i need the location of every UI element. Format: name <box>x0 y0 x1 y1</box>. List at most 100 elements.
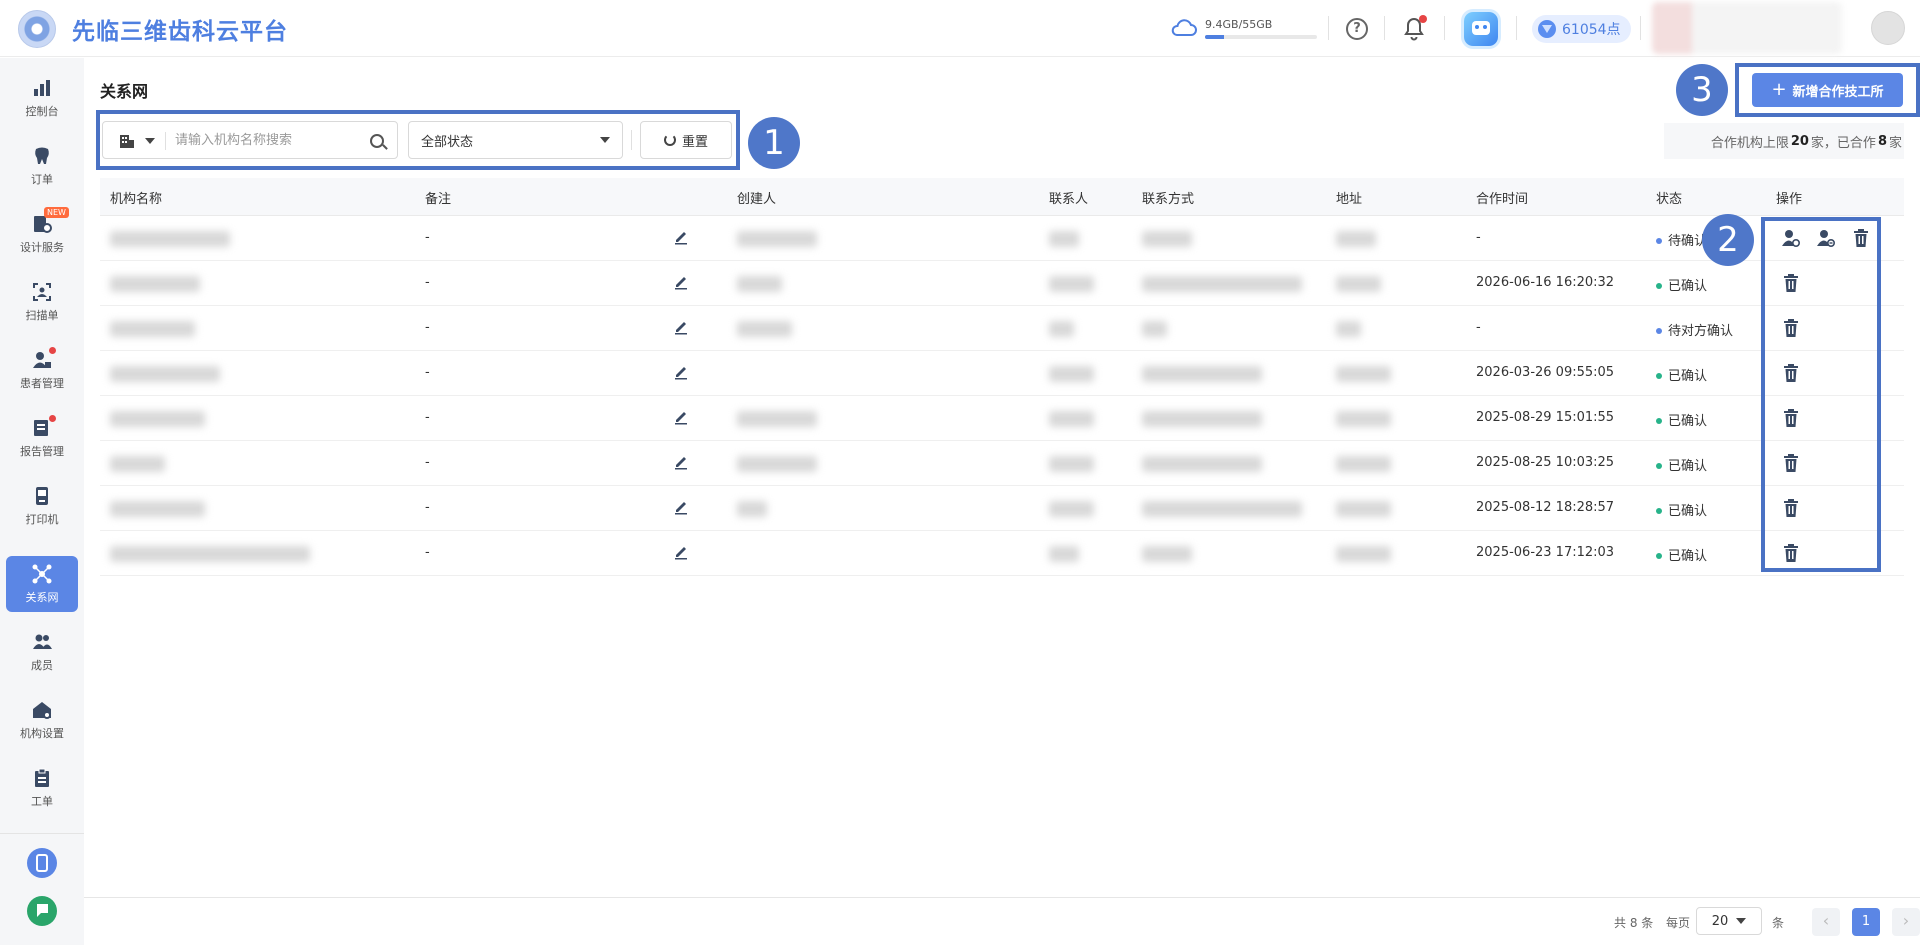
pencil-edit-icon[interactable] <box>673 319 689 335</box>
address-blurred <box>1336 501 1391 517</box>
feedback-button[interactable] <box>27 896 57 926</box>
next-page-button[interactable]: › <box>1892 908 1920 936</box>
mobile-phone-icon <box>36 854 48 872</box>
storage-usage-fill <box>1205 35 1225 39</box>
flag-icon <box>37 904 48 917</box>
org-name-blurred <box>110 456 165 472</box>
user-info-blurred[interactable] <box>1652 2 1842 54</box>
table-row: - 2026-06-16 16:20:32 已确认 <box>100 261 1904 306</box>
search-input[interactable] <box>175 128 365 152</box>
cloud-storage-icon <box>1171 19 1197 36</box>
search-group <box>102 121 398 159</box>
new-badge: NEW <box>44 206 69 218</box>
current-page-button[interactable]: 1 <box>1852 908 1880 936</box>
remark-cell: - <box>425 320 430 335</box>
status-cell: 已确认 <box>1656 365 1707 384</box>
time-cell: 2025-08-29 15:01:55 <box>1476 410 1615 425</box>
notification-dot <box>49 346 56 354</box>
chevron-down-icon[interactable] <box>145 138 155 144</box>
time-cell: 2025-08-12 18:28:57 <box>1476 500 1615 515</box>
header-divider <box>1640 16 1641 40</box>
sidebar-item-tickets[interactable]: 工单 <box>6 760 78 816</box>
sidebar-item-org-settings[interactable]: 机构设置 <box>6 692 78 748</box>
sidebar-item-patients[interactable]: 患者管理 <box>6 342 78 398</box>
sidebar-item-network[interactable]: 关系网 <box>6 556 78 612</box>
sidebar-item-label: 机构设置 <box>20 726 64 740</box>
help-icon[interactable]: ? <box>1346 18 1368 40</box>
ai-assistant-icon[interactable] <box>1464 12 1498 46</box>
sidebar-item-members[interactable]: 成员 <box>6 624 78 680</box>
status-text: 待对方确认 <box>1668 324 1734 339</box>
limit-suffix: 家 <box>1888 135 1902 151</box>
storage-usage-text: 9.4GB/55GB <box>1205 18 1273 31</box>
org-name-blurred <box>110 276 200 292</box>
sidebar-item-design-service[interactable]: NEW 设计服务 <box>6 206 78 262</box>
building-icon[interactable] <box>119 133 135 149</box>
divider <box>631 130 632 150</box>
org-name-blurred <box>110 546 310 562</box>
creator-blurred <box>737 411 817 427</box>
org-name-blurred <box>110 411 205 427</box>
table-row: - 2026-03-26 09:55:05 已确认 <box>100 351 1904 396</box>
status-text: 已确认 <box>1668 459 1708 474</box>
phone-blurred <box>1142 231 1192 247</box>
contact-blurred <box>1049 321 1074 337</box>
pencil-edit-icon[interactable] <box>673 364 689 380</box>
sidebar-item-label: 成员 <box>31 658 53 672</box>
annotation-number-2: 2 <box>1702 214 1754 266</box>
reset-label: 重置 <box>681 134 708 150</box>
mobile-app-button[interactable] <box>27 848 57 878</box>
status-cell: 已确认 <box>1656 455 1707 474</box>
creator-blurred <box>737 321 792 337</box>
reset-button[interactable]: 重置 <box>640 121 732 159</box>
pencil-edit-icon[interactable] <box>673 454 689 470</box>
time-cell: 2025-08-25 10:03:25 <box>1476 455 1615 470</box>
remark-cell: - <box>425 410 430 425</box>
page-size-select[interactable]: 20 <box>1696 907 1762 935</box>
notification-dot <box>49 414 56 422</box>
sidebar-item-orders[interactable]: 订单 <box>6 138 78 194</box>
user-avatar[interactable] <box>1871 11 1905 45</box>
pencil-edit-icon[interactable] <box>673 499 689 515</box>
org-name-blurred <box>110 366 220 382</box>
status-dot <box>1656 417 1662 424</box>
sidebar-item-printer[interactable]: 打印机 <box>6 478 78 534</box>
org-name-blurred <box>110 321 195 337</box>
sidebar-item-label: 工单 <box>31 794 53 808</box>
sidebar: 控制台 订单 NEW 设计服务 扫描单 患者管理 报告管理 打印机 关系网 成员… <box>0 58 84 945</box>
sidebar-item-reports[interactable]: 报告管理 <box>6 410 78 466</box>
status-cell: 已确认 <box>1656 545 1707 564</box>
pencil-edit-icon[interactable] <box>673 274 689 290</box>
sidebar-item-label: 设计服务 <box>20 240 64 254</box>
contact-blurred <box>1049 501 1094 517</box>
sidebar-item-dashboard[interactable]: 控制台 <box>6 70 78 126</box>
sidebar-item-label: 患者管理 <box>20 376 64 390</box>
bar-chart-icon <box>34 79 50 96</box>
add-partner-lab-button[interactable]: + 新增合作技工所 <box>1752 73 1903 107</box>
remark-cell: - <box>425 500 430 515</box>
remark-cell: - <box>425 230 430 245</box>
phone-blurred <box>1142 321 1167 337</box>
pencil-edit-icon[interactable] <box>673 544 689 560</box>
time-cell: - <box>1476 320 1481 335</box>
status-text: 已确认 <box>1668 279 1708 294</box>
prev-page-button[interactable]: ‹ <box>1812 908 1840 936</box>
header-divider <box>1444 16 1445 40</box>
pencil-edit-icon[interactable] <box>673 409 689 425</box>
divider <box>165 132 166 150</box>
status-cell: 已确认 <box>1656 410 1707 429</box>
sidebar-divider <box>0 833 84 834</box>
pencil-edit-icon[interactable] <box>673 229 689 245</box>
sidebar-item-scan[interactable]: 扫描单 <box>6 274 78 330</box>
status-select[interactable]: 全部状态 <box>408 121 623 159</box>
remark-cell: - <box>425 365 430 380</box>
points-badge[interactable]: 61054点 <box>1532 15 1631 43</box>
status-cell: 已确认 <box>1656 500 1707 519</box>
diamond-icon <box>1538 20 1556 38</box>
address-blurred <box>1336 546 1391 562</box>
app-logo[interactable] <box>18 10 56 48</box>
status-dot <box>1656 462 1662 469</box>
remark-cell: - <box>425 455 430 470</box>
column-header-address: 地址 <box>1336 192 1363 207</box>
search-icon[interactable] <box>370 134 384 148</box>
